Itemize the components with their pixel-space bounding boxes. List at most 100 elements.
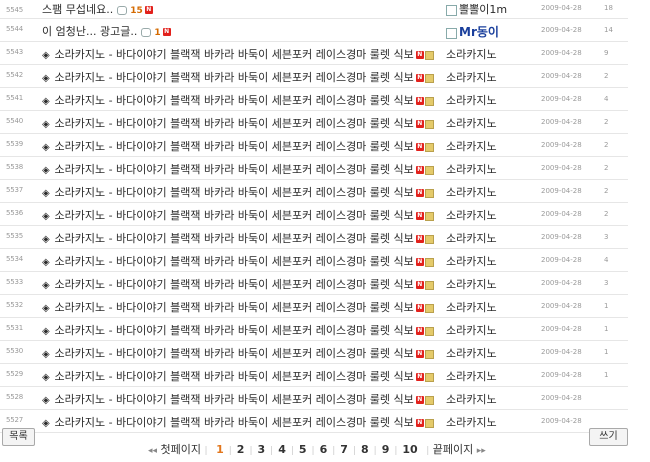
post-author[interactable]: 소라카지노 <box>446 322 497 338</box>
post-author[interactable]: 소라카지노 <box>446 207 497 223</box>
new-icon: N <box>415 281 424 289</box>
post-subject[interactable]: ◈ 소라카지노 - 바다이야기 블랙잭 바카라 바둑이 세븐포커 레이스경마 룰… <box>42 299 434 315</box>
post-subject[interactable]: ◈ 소라카지노 - 바다이야기 블랙잭 바카라 바둑이 세븐포커 레이스경마 룰… <box>42 138 434 154</box>
post-author[interactable]: 소라카지노 <box>446 138 497 154</box>
post-title[interactable]: 소라카지노 - 바다이야기 블랙잭 바카라 바둑이 세븐포커 레이스경마 룰렛 … <box>55 209 414 222</box>
page-link-3[interactable]: 3 <box>257 443 265 456</box>
post-subject[interactable]: 이 엄청난... 광고글.. 1 N <box>42 23 171 39</box>
post-subject[interactable]: ◈ 소라카지노 - 바다이야기 블랙잭 바카라 바둑이 세븐포커 레이스경마 룰… <box>42 92 434 108</box>
post-hits: 2 <box>604 187 609 195</box>
page-link-1[interactable]: 1 <box>216 443 224 456</box>
first-page-link[interactable]: 첫페이지 <box>161 441 201 457</box>
page-link-7[interactable]: 7 <box>340 443 348 456</box>
post-title[interactable]: 소라카지노 - 바다이야기 블랙잭 바카라 바둑이 세븐포커 레이스경마 룰렛 … <box>55 416 414 429</box>
post-date: 2009-04-28 <box>541 417 582 425</box>
post-title[interactable]: 소라카지노 - 바다이야기 블랙잭 바카라 바둑이 세븐포커 레이스경마 룰렛 … <box>55 278 414 291</box>
post-date: 2009-04-28 <box>541 26 582 34</box>
post-title[interactable]: 소라카지노 - 바다이야기 블랙잭 바카라 바둑이 세븐포커 레이스경마 룰렛 … <box>55 324 414 337</box>
post-subject[interactable]: ◈ 소라카지노 - 바다이야기 블랙잭 바카라 바둑이 세븐포커 레이스경마 룰… <box>42 230 434 246</box>
post-subject[interactable]: ◈ 소라카지노 - 바다이야기 블랙잭 바카라 바둑이 세븐포커 레이스경마 룰… <box>42 345 434 361</box>
page-link-5[interactable]: 5 <box>299 443 307 456</box>
new-icon: N <box>415 350 424 358</box>
new-icon: N <box>415 97 424 105</box>
post-number: 5541 <box>6 94 24 102</box>
post-subject[interactable]: ◈ 소라카지노 - 바다이야기 블랙잭 바카라 바둑이 세븐포커 레이스경마 룰… <box>42 184 434 200</box>
post-author[interactable]: 소라카지노 <box>446 368 497 384</box>
post-title[interactable]: 소라카지노 - 바다이야기 블랙잭 바카라 바둑이 세븐포커 레이스경마 룰렛 … <box>55 117 414 130</box>
post-author[interactable]: 소라카지노 <box>446 345 497 361</box>
divider: | <box>311 446 315 456</box>
post-title[interactable]: 소라카지노 - 바다이야기 블랙잭 바카라 바둑이 세븐포커 레이스경마 룰렛 … <box>55 370 414 383</box>
page-link-6[interactable]: 6 <box>320 443 328 456</box>
post-title[interactable]: 소라카지노 - 바다이야기 블랙잭 바카라 바둑이 세븐포커 레이스경마 룰렛 … <box>55 301 414 314</box>
post-author[interactable]: 소라카지노 <box>446 230 497 246</box>
page-link-4[interactable]: 4 <box>278 443 286 456</box>
post-title[interactable]: 소라카지노 - 바다이야기 블랙잭 바카라 바둑이 세븐포커 레이스경마 룰렛 … <box>55 163 414 176</box>
post-author[interactable]: 뽈뽈이1m <box>446 1 507 17</box>
table-row: 5533 ◈ 소라카지노 - 바다이야기 블랙잭 바카라 바둑이 세븐포커 레이스… <box>0 272 628 295</box>
author-name: 소라카지노 <box>446 94 497 107</box>
last-page-link[interactable]: 끝페이지 <box>433 441 473 457</box>
author-name: 소라카지노 <box>446 186 497 199</box>
post-title[interactable]: 소라카지노 - 바다이야기 블랙잭 바카라 바둑이 세븐포커 레이스경마 룰렛 … <box>55 393 414 406</box>
post-number: 5535 <box>6 232 24 240</box>
write-button[interactable]: 쓰기 <box>589 428 628 446</box>
post-title[interactable]: 소라카지노 - 바다이야기 블랙잭 바카라 바둑이 세븐포커 레이스경마 룰렛 … <box>55 71 414 84</box>
post-author[interactable]: 소라카지노 <box>446 161 497 177</box>
post-subject[interactable]: ◈ 소라카지노 - 바다이야기 블랙잭 바카라 바둑이 세븐포커 레이스경마 룰… <box>42 69 434 85</box>
author-name: 소라카지노 <box>446 370 497 383</box>
table-row: 5527 ◈ 소라카지노 - 바다이야기 블랙잭 바카라 바둑이 세븐포커 레이스… <box>0 410 628 433</box>
post-author[interactable]: 소라카지노 <box>446 92 497 108</box>
post-hits: 2 <box>604 118 609 126</box>
divider: | <box>373 446 377 456</box>
page-link-9[interactable]: 9 <box>382 443 390 456</box>
first-page-arrow-icon[interactable]: ◂◂ <box>148 446 157 456</box>
page-link-10[interactable]: 10 <box>402 443 417 456</box>
post-subject[interactable]: ◈ 소라카지노 - 바다이야기 블랙잭 바카라 바둑이 세븐포커 레이스경마 룰… <box>42 322 434 338</box>
page-link-8[interactable]: 8 <box>361 443 369 456</box>
post-author[interactable]: 소라카지노 <box>446 69 497 85</box>
post-author[interactable]: Mr동이 <box>446 23 499 40</box>
image-attachment-icon <box>424 50 434 60</box>
post-title[interactable]: 소라카지노 - 바다이야기 블랙잭 바카라 바둑이 세븐포커 레이스경마 룰렛 … <box>55 94 414 107</box>
post-title[interactable]: 소라카지노 - 바다이야기 블랙잭 바카라 바둑이 세븐포커 레이스경마 룰렛 … <box>55 140 414 153</box>
page-link-2[interactable]: 2 <box>237 443 245 456</box>
post-subject[interactable]: ◈ 소라카지노 - 바다이야기 블랙잭 바카라 바둑이 세븐포커 레이스경마 룰… <box>42 368 434 384</box>
post-title[interactable]: 소라카지노 - 바다이야기 블랙잭 바카라 바둑이 세븐포커 레이스경마 룰렛 … <box>55 255 414 268</box>
post-subject[interactable]: 스팸 무섭네요.. 15 N <box>42 1 153 17</box>
post-subject[interactable]: ◈ 소라카지노 - 바다이야기 블랙잭 바카라 바둑이 세븐포커 레이스경마 룰… <box>42 207 434 223</box>
new-icon: N <box>415 120 424 128</box>
post-subject[interactable]: ◈ 소라카지노 - 바다이야기 블랙잭 바카라 바둑이 세븐포커 레이스경마 룰… <box>42 115 434 131</box>
post-title[interactable]: 이 엄청난... 광고글.. <box>42 25 137 38</box>
last-page-arrow-icon[interactable]: ▸▸ <box>477 446 486 456</box>
author-name: 소라카지노 <box>446 347 497 360</box>
post-number: 5530 <box>6 347 24 355</box>
post-author[interactable]: 소라카지노 <box>446 391 497 407</box>
post-author[interactable]: 소라카지노 <box>446 414 497 430</box>
post-subject[interactable]: ◈ 소라카지노 - 바다이야기 블랙잭 바카라 바둑이 세븐포커 레이스경마 룰… <box>42 253 434 269</box>
post-subject[interactable]: ◈ 소라카지노 - 바다이야기 블랙잭 바카라 바둑이 세븐포커 레이스경마 룰… <box>42 161 434 177</box>
list-button[interactable]: 목록 <box>2 428 35 446</box>
post-subject[interactable]: ◈ 소라카지노 - 바다이야기 블랙잭 바카라 바둑이 세븐포커 레이스경마 룰… <box>42 391 434 407</box>
post-title[interactable]: 소라카지노 - 바다이야기 블랙잭 바카라 바둑이 세븐포커 레이스경마 룰렛 … <box>55 186 414 199</box>
post-author[interactable]: 소라카지노 <box>446 299 497 315</box>
post-title[interactable]: 소라카지노 - 바다이야기 블랙잭 바카라 바둑이 세븐포커 레이스경마 룰렛 … <box>55 347 414 360</box>
post-hits: 1 <box>604 348 609 356</box>
post-author[interactable]: 소라카지노 <box>446 46 497 62</box>
post-author[interactable]: 소라카지노 <box>446 253 497 269</box>
table-row: 5530 ◈ 소라카지노 - 바다이야기 블랙잭 바카라 바둑이 세븐포커 레이스… <box>0 341 628 364</box>
post-date: 2009-04-28 <box>541 371 582 379</box>
post-author[interactable]: 소라카지노 <box>446 184 497 200</box>
bullet-icon: ◈ <box>42 73 50 84</box>
post-subject[interactable]: ◈ 소라카지노 - 바다이야기 블랙잭 바카라 바둑이 세븐포커 레이스경마 룰… <box>42 276 434 292</box>
post-hits: 3 <box>604 233 609 241</box>
post-subject[interactable]: ◈ 소라카지노 - 바다이야기 블랙잭 바카라 바둑이 세븐포커 레이스경마 룰… <box>42 414 434 430</box>
post-number: 5545 <box>6 6 24 14</box>
post-title[interactable]: 스팸 무섭네요.. <box>42 3 113 16</box>
post-title[interactable]: 소라카지노 - 바다이야기 블랙잭 바카라 바둑이 세븐포커 레이스경마 룰렛 … <box>55 232 414 245</box>
post-subject[interactable]: ◈ 소라카지노 - 바다이야기 블랙잭 바카라 바둑이 세븐포커 레이스경마 룰… <box>42 46 434 62</box>
post-author[interactable]: 소라카지노 <box>446 115 497 131</box>
post-author[interactable]: 소라카지노 <box>446 276 497 292</box>
post-title[interactable]: 소라카지노 - 바다이야기 블랙잭 바카라 바둑이 세븐포커 레이스경마 룰렛 … <box>55 48 414 61</box>
new-icon: N <box>415 419 424 427</box>
